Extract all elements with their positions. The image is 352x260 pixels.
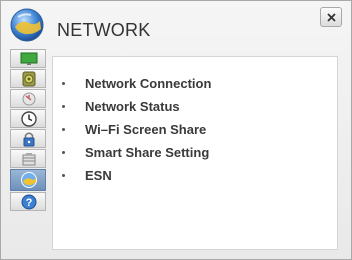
close-button[interactable] bbox=[320, 7, 342, 27]
sidebar-item-lock[interactable] bbox=[10, 129, 46, 148]
lock-icon bbox=[23, 132, 35, 147]
support-icon: ? bbox=[21, 194, 37, 210]
menu-item-wifi-screen-share[interactable]: Wi–Fi Screen Share bbox=[53, 118, 211, 141]
menu-item-label: Network Status bbox=[85, 99, 180, 114]
time-icon bbox=[21, 111, 37, 127]
window-header: NETWORK bbox=[1, 1, 351, 45]
network-menu-panel: Network Connection Network Status Wi–Fi … bbox=[52, 56, 338, 250]
sidebar-item-option[interactable] bbox=[10, 149, 46, 168]
menu-item-label: Wi–Fi Screen Share bbox=[85, 122, 207, 137]
menu-item-network-status[interactable]: Network Status bbox=[53, 95, 211, 118]
sound-icon bbox=[22, 71, 36, 87]
menu-item-esn[interactable]: ESN bbox=[53, 164, 211, 187]
sidebar-item-network[interactable] bbox=[10, 169, 46, 191]
bullet-icon bbox=[62, 82, 65, 85]
menu-item-smart-share-setting[interactable]: Smart Share Setting bbox=[53, 141, 211, 164]
menu-item-network-connection[interactable]: Network Connection bbox=[53, 72, 211, 95]
bullet-icon bbox=[62, 174, 65, 177]
sidebar-item-sound[interactable] bbox=[10, 69, 46, 88]
bullet-icon bbox=[62, 128, 65, 131]
picture-icon bbox=[20, 52, 38, 65]
network-settings-window: NETWORK ? Network Connection Network Sta… bbox=[0, 0, 352, 260]
network-globe-icon bbox=[9, 7, 45, 43]
bullet-icon bbox=[62, 151, 65, 154]
sidebar-item-support[interactable]: ? bbox=[10, 192, 46, 211]
svg-text:?: ? bbox=[26, 197, 33, 209]
option-icon bbox=[22, 153, 36, 166]
sidebar-item-picture[interactable] bbox=[10, 49, 46, 68]
bullet-icon bbox=[62, 105, 65, 108]
sidebar-item-time[interactable] bbox=[10, 109, 46, 128]
menu-item-label: ESN bbox=[85, 168, 112, 183]
menu-item-label: Network Connection bbox=[85, 76, 212, 91]
channel-icon bbox=[22, 92, 36, 106]
network-menu-list: Network Connection Network Status Wi–Fi … bbox=[53, 72, 211, 187]
settings-sidebar: ? bbox=[10, 49, 46, 212]
sidebar-item-channel[interactable] bbox=[10, 89, 46, 108]
network-icon bbox=[21, 172, 37, 188]
page-title: NETWORK bbox=[57, 20, 151, 40]
menu-item-label: Smart Share Setting bbox=[85, 145, 210, 160]
close-icon bbox=[327, 13, 336, 22]
